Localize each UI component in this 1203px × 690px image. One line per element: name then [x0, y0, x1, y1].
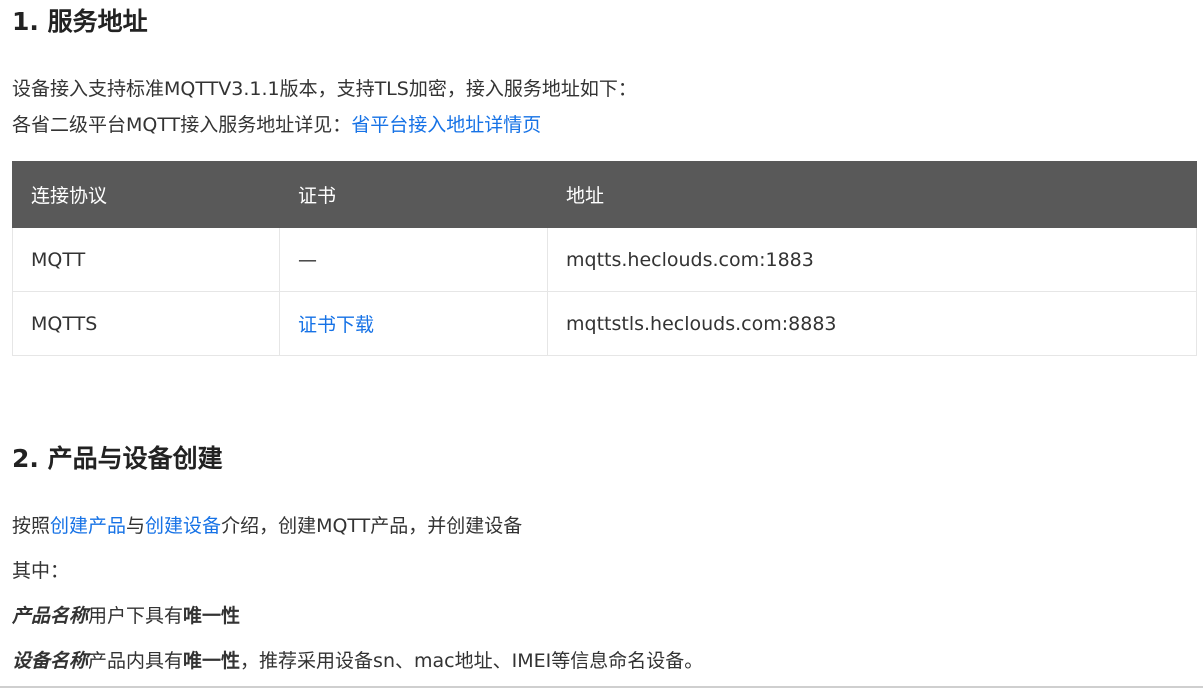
service-address-table: 连接协议 证书 地址 MQTT — mqtts.heclouds.com:188…: [12, 161, 1197, 356]
notes-intro: 其中：: [12, 560, 70, 582]
section-heading-product-device-creation: 2. 产品与设备创建: [12, 444, 223, 473]
table-cell-protocol: MQTTS: [12, 291, 280, 356]
table-cell-certificate: —: [279, 227, 548, 292]
section-heading-service-address: 1. 服务地址: [12, 7, 148, 36]
provincial-address-label: 各省二级平台MQTT接入服务地址详见：: [12, 114, 352, 136]
creation-instructions-suffix: 介绍，创建MQTT产品，并创建设备: [221, 515, 523, 537]
table-header-certificate: 证书: [279, 161, 548, 228]
product-name-term: 产品名称: [12, 605, 89, 627]
creation-instructions-paragraph: 按照创建产品与创建设备介绍，创建MQTT产品，并创建设备: [12, 512, 522, 540]
creation-instructions-mid: 与: [126, 515, 146, 537]
table-cell-protocol: MQTT: [12, 227, 280, 292]
creation-instructions-prefix: 按照: [12, 515, 51, 537]
table-row: MQTT — mqtts.heclouds.com:1883: [12, 227, 1197, 292]
product-name-desc: 用户下具有: [88, 605, 184, 627]
table-row: MQTTS 证书下载 mqttstls.heclouds.com:8883: [12, 291, 1197, 356]
product-name-uniqueness: 唯一性: [183, 605, 241, 627]
table-cell-certificate: 证书下载: [279, 291, 548, 356]
certificate-download-link[interactable]: 证书下载: [298, 314, 374, 336]
bottom-divider: [0, 686, 1203, 688]
document-page: 1. 服务地址 设备接入支持标准MQTTV3.1.1版本，支持TLS加密，接入服…: [0, 0, 1203, 690]
mqtt-support-description: 设备接入支持标准MQTTV3.1.1版本，支持TLS加密，接入服务地址如下：: [12, 78, 637, 100]
table-cell-address: mqttstls.heclouds.com:8883: [547, 291, 1197, 356]
provincial-address-paragraph: 各省二级平台MQTT接入服务地址详见：省平台接入地址详情页: [12, 111, 541, 139]
table-cell-address: mqtts.heclouds.com:1883: [547, 227, 1197, 292]
table-header-row: 连接协议 证书 地址: [12, 161, 1197, 228]
product-name-note: 产品名称用户下具有唯一性: [12, 602, 240, 630]
device-name-note: 设备名称产品内具有唯一性，推荐采用设备sn、mac地址、IMEI等信息命名设备。: [12, 647, 703, 675]
device-name-suggestion: ，推荐采用设备sn、mac地址、IMEI等信息命名设备。: [240, 650, 704, 672]
table-header-protocol: 连接协议: [12, 161, 280, 228]
create-product-link[interactable]: 创建产品: [50, 515, 126, 537]
table-header-address: 地址: [547, 161, 1197, 228]
provincial-address-link[interactable]: 省平台接入地址详情页: [351, 114, 541, 136]
create-device-link[interactable]: 创建设备: [145, 515, 221, 537]
device-name-term: 设备名称: [12, 650, 89, 672]
device-name-uniqueness: 唯一性: [183, 650, 241, 672]
device-name-desc: 产品内具有: [88, 650, 184, 672]
